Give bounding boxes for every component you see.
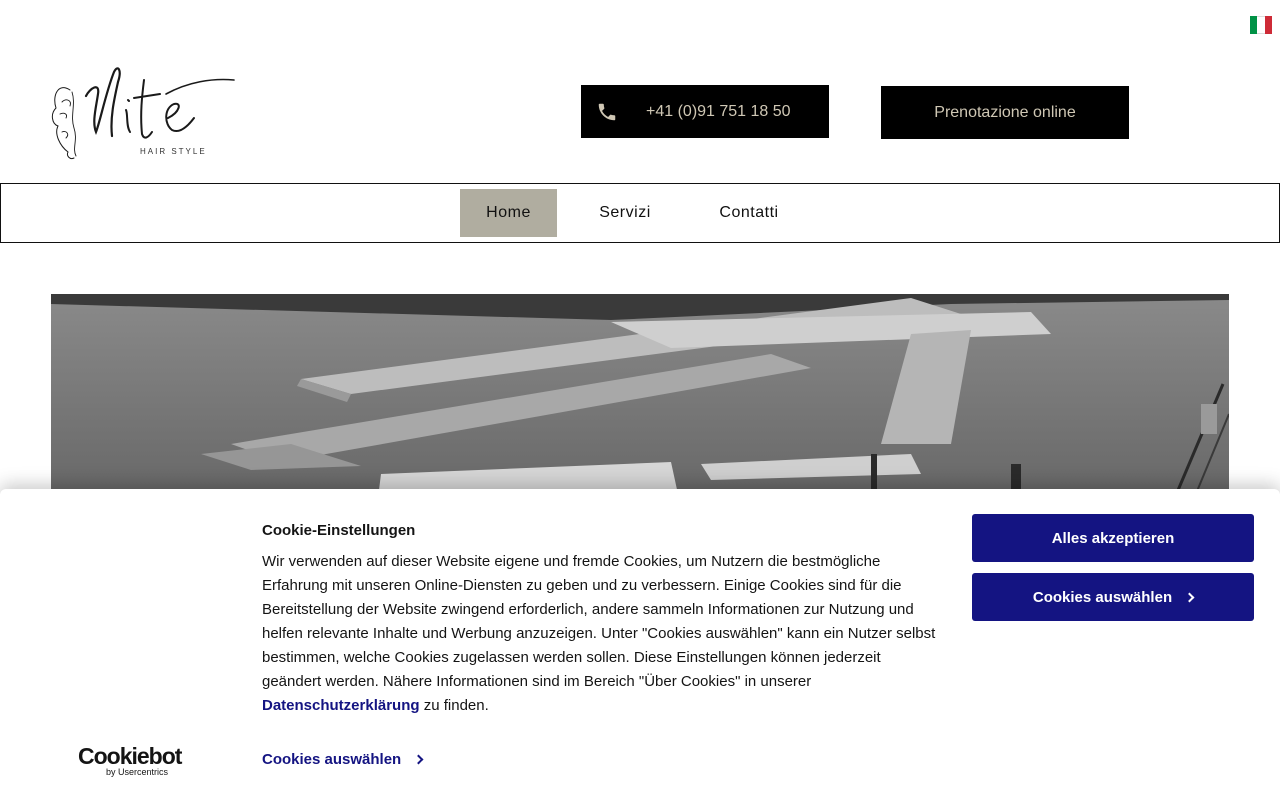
cookie-text-end: zu finden. (419, 697, 489, 714)
page: HAIR STYLE +41 (0)91 751 18 50 Prenotazi… (0, 0, 1280, 800)
main-nav: Home Servizi Contatti (0, 183, 1280, 243)
cookie-title: Cookie-Einstellungen (262, 522, 416, 539)
cookies-select-link-label: Cookies auswählen (262, 751, 402, 768)
logo-tagline: HAIR STYLE (140, 147, 207, 156)
accept-all-button[interactable]: Alles akzeptieren (972, 514, 1254, 562)
phone-button[interactable]: +41 (0)91 751 18 50 (581, 85, 829, 138)
cookie-description: Wir verwenden auf dieser Website eigene … (262, 550, 942, 718)
chevron-right-icon (413, 754, 424, 765)
cookiebot-logo[interactable]: Cookiebot by Usercentrics (78, 744, 188, 778)
cookie-banner: Cookiebot by Usercentrics Cookie-Einstel… (0, 489, 1280, 800)
italian-flag-icon[interactable] (1250, 16, 1272, 34)
phone-number: +41 (0)91 751 18 50 (646, 102, 791, 120)
privacy-policy-link[interactable]: Datenschutzerklärung (262, 697, 420, 714)
cookie-text-main: Wir verwenden auf dieser Website eigene … (262, 553, 936, 690)
nav-item-home[interactable]: Home (460, 189, 557, 237)
select-cookies-label: Cookies auswählen (1032, 588, 1173, 606)
select-cookies-button[interactable]: Cookies auswählen (972, 573, 1254, 621)
nav-item-contatti[interactable]: Contatti (701, 189, 797, 237)
chevron-right-icon (1184, 592, 1195, 602)
phone-icon (596, 101, 618, 123)
online-booking-button[interactable]: Prenotazione online (881, 86, 1129, 139)
cookiebot-brand: Cookiebot (78, 743, 182, 769)
nav-item-servizi[interactable]: Servizi (582, 189, 668, 237)
cookiebot-sub: by Usercentrics (106, 767, 169, 777)
cookies-select-link[interactable]: Cookies auswählen (262, 751, 424, 768)
